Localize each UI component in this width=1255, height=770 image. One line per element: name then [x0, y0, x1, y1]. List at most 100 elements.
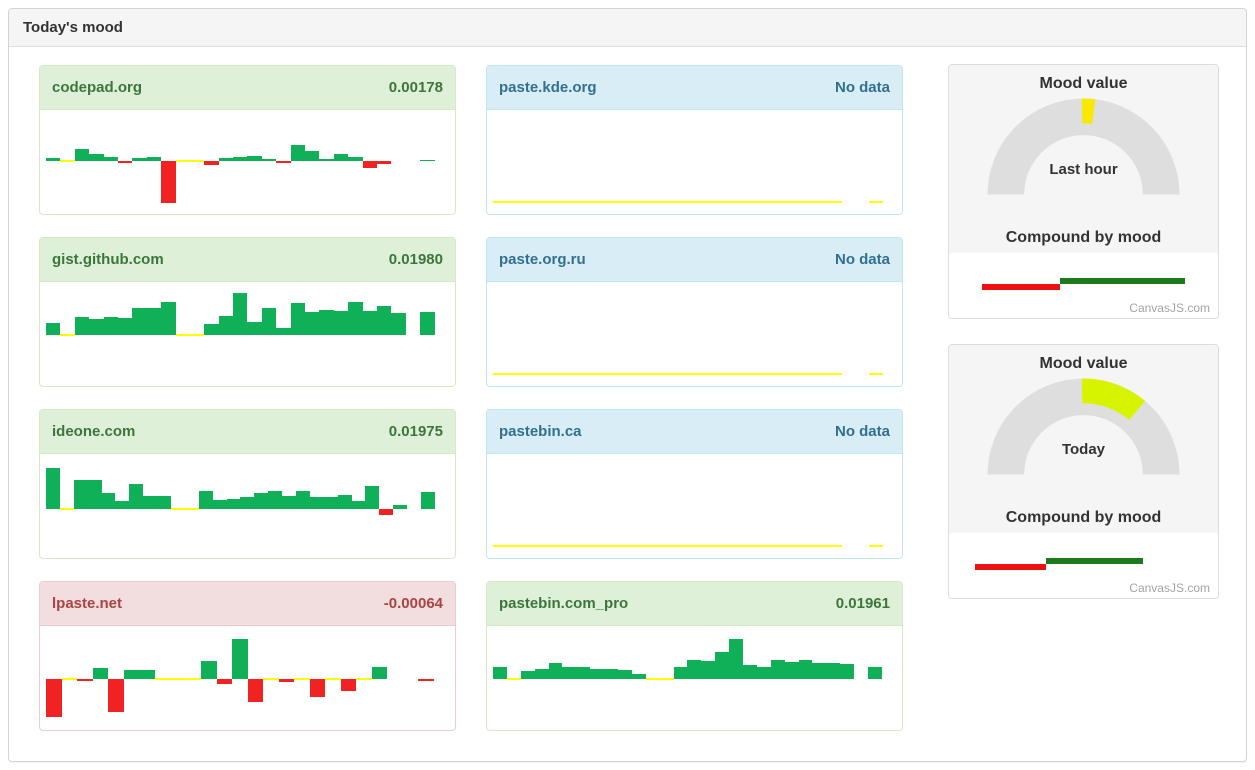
chart-slot — [506, 454, 519, 559]
chart-bar — [802, 545, 815, 547]
chart-bar — [614, 545, 627, 547]
site-panel-paste-org-ru: paste.org.ru No data — [486, 237, 903, 387]
chart-slot — [771, 626, 785, 731]
chart-slot — [829, 454, 842, 559]
chart-slot — [627, 454, 640, 559]
chart-slot — [547, 454, 560, 559]
chart-slot — [102, 454, 116, 559]
chart-bar — [263, 678, 279, 680]
chart-slot — [604, 626, 618, 731]
chart-bar — [708, 545, 721, 547]
mood-gauge — [949, 95, 1218, 197]
chart-slot — [493, 110, 506, 215]
chart-slot — [632, 626, 646, 731]
chart-bar — [506, 545, 519, 547]
chart-bar — [695, 373, 708, 375]
chart-bar — [393, 505, 407, 509]
chart-bar — [816, 373, 829, 375]
chart-bar — [802, 373, 815, 375]
chart-bar — [735, 373, 748, 375]
chart-bar — [60, 508, 74, 510]
chart-slot — [217, 626, 233, 731]
chart-bar — [132, 308, 146, 335]
chart-slot — [435, 110, 449, 215]
chart-bar — [757, 667, 771, 679]
chart-bar — [161, 161, 175, 203]
chart-bar — [668, 201, 681, 203]
chart-slot — [646, 626, 660, 731]
chart-bar — [775, 373, 788, 375]
chart-bar — [604, 669, 618, 679]
compound-chart: CanvasJS.com — [949, 533, 1218, 598]
chart-slot — [785, 626, 799, 731]
chart-slot — [227, 454, 241, 559]
chart-slot — [407, 454, 421, 559]
chart-slot — [668, 110, 681, 215]
chart-bar — [294, 678, 310, 680]
chart-slot — [219, 110, 233, 215]
site-name: lpaste.net — [52, 595, 122, 612]
chart-bar — [587, 373, 600, 375]
chart-slot — [535, 626, 549, 731]
chart-bar — [46, 679, 62, 717]
chart-slot — [60, 282, 74, 387]
chart-bar — [812, 663, 826, 679]
chart-bar — [124, 670, 140, 679]
chart-slot — [533, 454, 546, 559]
chart-slot — [789, 454, 802, 559]
chart-bar — [533, 201, 546, 203]
site-panel-header: pastebin.com_pro 0.01961 — [487, 582, 902, 626]
chart-slot — [660, 626, 674, 731]
chart-bar — [574, 545, 587, 547]
chart-bar — [348, 157, 362, 161]
chart-bar — [247, 322, 261, 335]
canvasjs-credit-link[interactable]: CanvasJS.com — [1129, 301, 1210, 315]
chart-slot — [74, 454, 88, 559]
chart-slot — [842, 282, 855, 387]
chart-slot — [695, 282, 708, 387]
site-panel-header: codepad.org 0.00178 — [40, 66, 455, 110]
chart-slot — [132, 282, 146, 387]
chart-bar — [506, 373, 519, 375]
chart-bar — [334, 311, 348, 335]
chart-slot — [762, 282, 775, 387]
chart-slot — [799, 626, 813, 731]
chart-slot — [708, 110, 721, 215]
chart-slot — [735, 454, 748, 559]
chart-bar — [75, 149, 89, 161]
chart-slot — [762, 454, 775, 559]
chart-bar — [695, 201, 708, 203]
chart-slot — [641, 454, 654, 559]
chart-bar — [826, 663, 840, 679]
chart-slot — [721, 282, 734, 387]
chart-slot — [406, 282, 420, 387]
chart-slot — [310, 454, 324, 559]
chart-slot — [199, 454, 213, 559]
chart-bar — [729, 639, 743, 679]
site-name: codepad.org — [52, 79, 142, 96]
chart-bar — [493, 373, 506, 375]
chart-bar — [654, 373, 667, 375]
chart-slot — [155, 626, 171, 731]
chart-bar — [155, 678, 171, 680]
site-name: paste.kde.org — [499, 79, 597, 96]
chart-bar — [785, 662, 799, 679]
chart-slot — [816, 454, 829, 559]
chart-slot — [601, 110, 614, 215]
chart-bar — [576, 667, 590, 679]
chart-slot — [421, 454, 435, 559]
chart-bar — [129, 484, 143, 509]
site-panel-pastebin-ca: pastebin.ca No data — [486, 409, 903, 559]
chart-slot — [775, 454, 788, 559]
mood-bar-chart — [46, 282, 449, 387]
canvasjs-credit-link[interactable]: CanvasJS.com — [1129, 581, 1210, 595]
chart-slot — [88, 454, 102, 559]
chart-bar — [695, 545, 708, 547]
chart-slot — [775, 282, 788, 387]
chart-slot — [356, 626, 372, 731]
chart-slot — [334, 110, 348, 215]
chart-bar — [356, 678, 372, 680]
chart-slot — [829, 110, 842, 215]
chart-slot — [668, 282, 681, 387]
chart-bar — [735, 545, 748, 547]
